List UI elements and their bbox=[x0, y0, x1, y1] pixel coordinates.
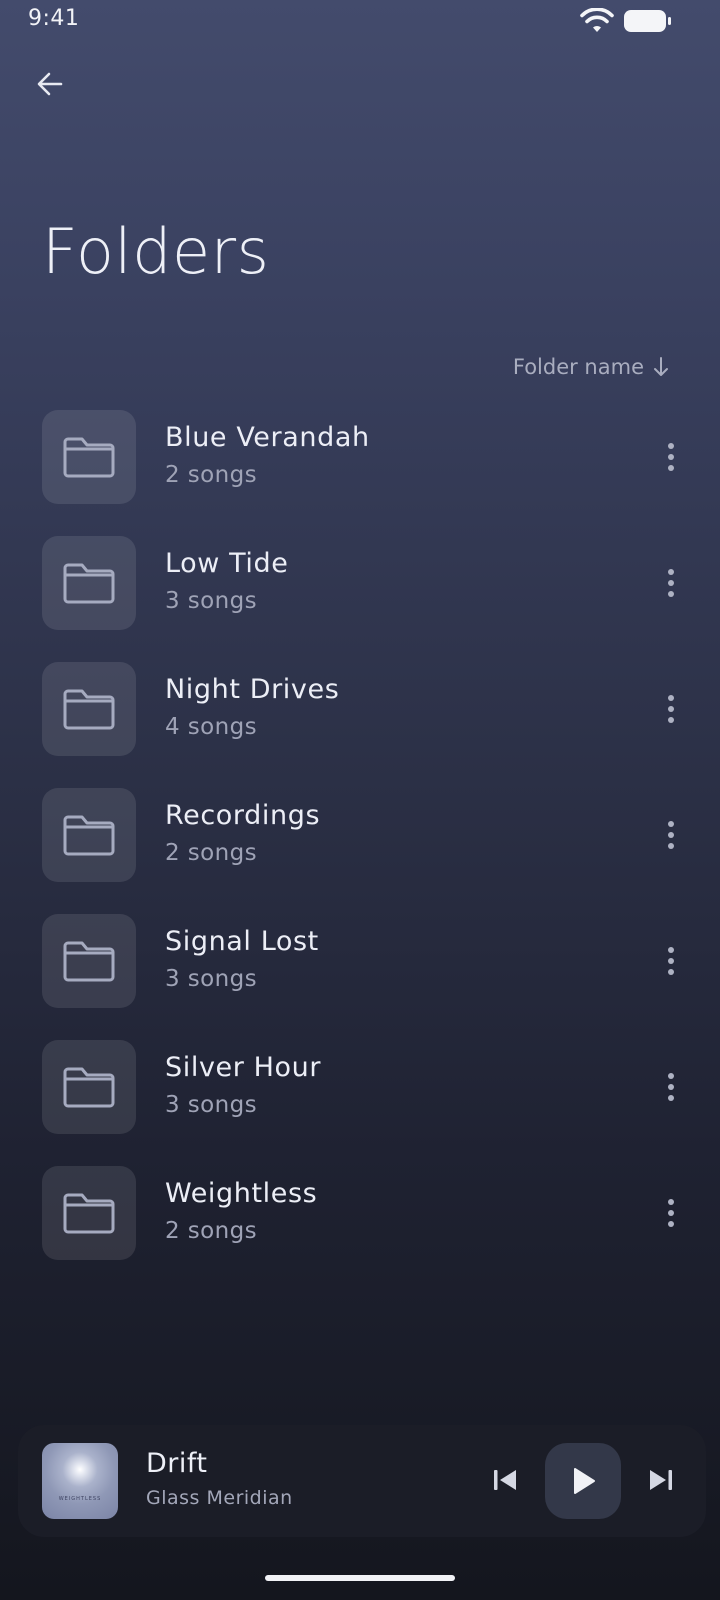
folder-thumbnail bbox=[42, 1166, 136, 1260]
folder-row[interactable]: Recordings 2 songs bbox=[0, 788, 720, 914]
sort-button[interactable]: Folder name bbox=[513, 355, 670, 379]
folder-icon bbox=[63, 1067, 115, 1108]
more-vertical-icon bbox=[668, 695, 674, 701]
more-options-button[interactable] bbox=[656, 944, 686, 978]
folder-song-count: 3 songs bbox=[165, 588, 257, 614]
more-options-button[interactable] bbox=[656, 1196, 686, 1230]
more-vertical-icon bbox=[668, 1073, 674, 1079]
status-bar: 9:41 bbox=[0, 0, 720, 42]
folder-row[interactable]: Signal Lost 3 songs bbox=[0, 914, 720, 1040]
status-time: 9:41 bbox=[28, 6, 80, 31]
more-options-button[interactable] bbox=[656, 1070, 686, 1104]
more-vertical-icon bbox=[668, 821, 674, 827]
battery-icon bbox=[624, 10, 671, 32]
track-artist: Glass Meridian bbox=[146, 1487, 293, 1509]
folder-song-count: 2 songs bbox=[165, 462, 257, 488]
wifi-icon bbox=[580, 8, 614, 32]
folder-thumbnail bbox=[42, 536, 136, 630]
back-button[interactable] bbox=[30, 64, 70, 104]
folder-thumbnail bbox=[42, 914, 136, 1008]
folder-name: Silver Hour bbox=[165, 1052, 322, 1083]
folder-song-count: 3 songs bbox=[165, 1092, 257, 1118]
folder-name: Recordings bbox=[165, 800, 321, 831]
mini-player[interactable]: WEIGHTLESS Drift Glass Meridian bbox=[18, 1425, 706, 1537]
folder-list: Blue Verandah 2 songs Low Tide 3 songs N… bbox=[0, 410, 720, 1292]
folder-thumbnail bbox=[42, 1040, 136, 1134]
more-options-button[interactable] bbox=[656, 440, 686, 474]
folder-name: Signal Lost bbox=[165, 926, 319, 957]
more-vertical-icon bbox=[668, 1199, 674, 1205]
more-vertical-icon bbox=[668, 569, 674, 575]
folder-name: Night Drives bbox=[165, 674, 340, 705]
more-options-button[interactable] bbox=[656, 692, 686, 726]
folder-row[interactable]: Night Drives 4 songs bbox=[0, 662, 720, 788]
track-title: Drift bbox=[146, 1448, 208, 1479]
page-title: Folders bbox=[42, 215, 270, 288]
home-indicator[interactable] bbox=[265, 1575, 455, 1581]
folder-icon bbox=[63, 563, 115, 604]
arrow-left-icon bbox=[37, 72, 63, 96]
folder-name: Blue Verandah bbox=[165, 422, 370, 453]
play-button[interactable] bbox=[545, 1443, 621, 1519]
folder-song-count: 4 songs bbox=[165, 714, 257, 740]
album-art[interactable]: WEIGHTLESS bbox=[42, 1443, 118, 1519]
folder-thumbnail bbox=[42, 788, 136, 882]
arrow-down-icon bbox=[654, 357, 668, 376]
folder-song-count: 2 songs bbox=[165, 1218, 257, 1244]
folder-song-count: 2 songs bbox=[165, 840, 257, 866]
folder-row[interactable]: Blue Verandah 2 songs bbox=[0, 410, 720, 536]
more-vertical-icon bbox=[668, 443, 674, 449]
more-options-button[interactable] bbox=[656, 566, 686, 600]
folder-thumbnail bbox=[42, 662, 136, 756]
folder-icon bbox=[63, 941, 115, 982]
folder-name: Low Tide bbox=[165, 548, 289, 579]
album-art-text: WEIGHTLESS bbox=[58, 1496, 102, 1502]
folder-icon bbox=[63, 689, 115, 730]
skip-next-icon[interactable] bbox=[644, 1463, 678, 1497]
play-icon bbox=[574, 1468, 595, 1494]
sort-label: Folder name bbox=[512, 355, 644, 379]
folder-row[interactable]: Weightless 2 songs bbox=[0, 1166, 720, 1292]
folder-name: Weightless bbox=[165, 1178, 318, 1209]
folder-icon bbox=[63, 1193, 115, 1234]
skip-previous-icon[interactable] bbox=[488, 1463, 522, 1497]
more-options-button[interactable] bbox=[656, 818, 686, 852]
folder-thumbnail bbox=[42, 410, 136, 504]
folder-icon bbox=[63, 815, 115, 856]
folder-row[interactable]: Silver Hour 3 songs bbox=[0, 1040, 720, 1166]
folder-row[interactable]: Low Tide 3 songs bbox=[0, 536, 720, 662]
folder-song-count: 3 songs bbox=[165, 966, 257, 992]
more-vertical-icon bbox=[668, 947, 674, 953]
folder-icon bbox=[63, 437, 115, 478]
